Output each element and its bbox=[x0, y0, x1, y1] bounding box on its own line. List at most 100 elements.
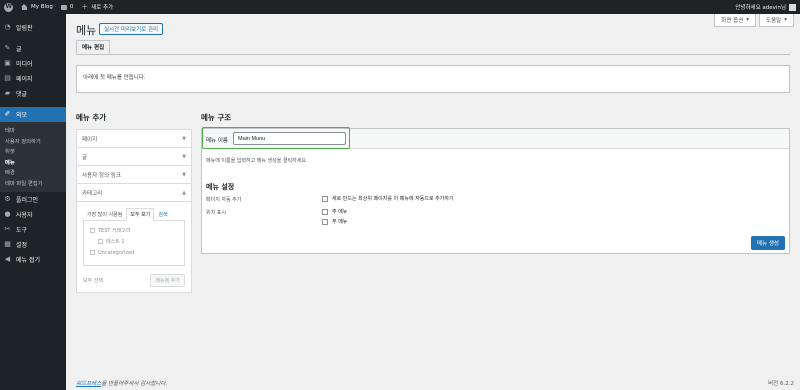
add-menu-items-accordion: 페이지 ▼ 글 ▼ 사용자 정의 링크 ▼ 카테고리 ▲ 가장 많이 사용됨 모두 보기… bbox=[76, 129, 192, 293]
accordion-section-posts[interactable]: 글 ▼ bbox=[77, 148, 191, 166]
location-checkbox[interactable] bbox=[322, 208, 328, 215]
page-icon: ▤ bbox=[4, 74, 11, 82]
wordpress-link[interactable]: 워드프레스 bbox=[76, 381, 101, 387]
greeting: 안녕하세요 adevin님 bbox=[735, 5, 786, 11]
site-name-menu[interactable]: My Blog bbox=[17, 0, 57, 14]
category-checkbox[interactable] bbox=[98, 239, 103, 244]
accordion-section-pages[interactable]: 페이지 ▼ bbox=[77, 130, 191, 148]
sidebar-item-comments[interactable]: ▰ 댓글 bbox=[0, 86, 66, 101]
avatar bbox=[789, 3, 796, 11]
list-item[interactable]: Uncategorized bbox=[90, 247, 178, 258]
admin-bar: My Blog 0 + 새로 추가 안녕하세요 adevin님 bbox=[0, 0, 800, 14]
help-button[interactable]: 도움말 ▾ bbox=[759, 14, 794, 27]
footer-version: 버전 6.2.2 bbox=[768, 381, 794, 387]
auto-add-option[interactable]: 새로 만드는 최상위 페이지를 이 메뉴에 자동으로 추가하기 bbox=[322, 195, 454, 202]
sidebar-item-users[interactable]: ● 사용자 bbox=[0, 207, 66, 222]
notice-box: 아래에 첫 메뉴를 만듭니다. bbox=[76, 65, 790, 93]
accordion-section-custom-links[interactable]: 사용자 정의 링크 ▼ bbox=[77, 166, 191, 184]
sidebar-item-media[interactable]: ▣ 미디어 bbox=[0, 56, 66, 71]
tab-view-all[interactable]: 모두 보기 bbox=[126, 208, 155, 221]
tab-most-used[interactable]: 가장 많이 사용됨 bbox=[83, 208, 126, 221]
dashboard-icon: ◔ bbox=[4, 23, 11, 31]
plus-icon: + bbox=[81, 2, 89, 11]
create-menu-button[interactable]: 메뉴 생성 bbox=[751, 236, 785, 250]
submenu-item-widgets[interactable]: 위젯 bbox=[0, 146, 66, 157]
list-item[interactable]: 테스트 1 bbox=[90, 236, 178, 247]
screen-meta-links: 화면 옵션 ▾ 도움말 ▾ bbox=[714, 14, 794, 27]
comment-icon: ▰ bbox=[4, 89, 11, 97]
location-option-footer[interactable]: 푸 메뉴 bbox=[322, 218, 347, 225]
sidebar-item-dashboard[interactable]: ◔ 알림판 bbox=[0, 20, 66, 35]
caret-down-icon: ▾ bbox=[746, 17, 750, 23]
sidebar-item-pages[interactable]: ▤ 페이지 bbox=[0, 71, 66, 86]
location-checkbox[interactable] bbox=[322, 218, 328, 225]
footer-thanks: 워드프레스를 만들어주셔서 감사합니다. bbox=[76, 381, 168, 387]
live-preview-button[interactable]: 실시간 미리보기로 관리 bbox=[99, 23, 164, 35]
category-checkbox[interactable] bbox=[90, 250, 95, 255]
sidebar-item-tools[interactable]: ✂ 도구 bbox=[0, 222, 66, 237]
select-all-link[interactable]: 모두 선택 bbox=[83, 277, 103, 284]
site-name: My Blog bbox=[31, 4, 53, 10]
category-checkbox[interactable] bbox=[90, 228, 95, 233]
menu-instructions: 메뉴에 이름을 입력하고 메뉴 생성을 클릭하세요. bbox=[206, 158, 308, 164]
add-to-menu-button[interactable]: 메뉴에 추가 bbox=[150, 274, 185, 287]
submenu-item-themes[interactable]: 테마 bbox=[0, 125, 66, 136]
media-icon: ▣ bbox=[4, 59, 11, 67]
submenu-item-customize[interactable]: 사용자 정의하기 bbox=[0, 136, 66, 147]
menu-settings-title: 메뉴 설정 bbox=[206, 183, 235, 191]
auto-add-label: 페이지 자동 추가 bbox=[206, 197, 242, 203]
comments-count: 0 bbox=[69, 4, 74, 10]
menu-name-header: 메뉴 이름 bbox=[202, 127, 789, 149]
display-location-label: 위치 표시 bbox=[206, 210, 226, 216]
screen-options-button[interactable]: 화면 옵션 ▾ bbox=[714, 14, 757, 27]
menu-structure-heading: 메뉴 구조 bbox=[201, 113, 232, 122]
settings-icon: ▦ bbox=[4, 240, 11, 248]
account-menu[interactable]: 안녕하세요 adevin님 bbox=[731, 0, 800, 14]
highlight-box bbox=[202, 127, 350, 149]
accordion-section-categories[interactable]: 카테고리 ▲ bbox=[77, 184, 191, 202]
sidebar-item-appearance[interactable]: ✐ 외모 bbox=[0, 107, 66, 122]
caret-up-icon: ▲ bbox=[182, 189, 186, 196]
notice-text: 아래에 첫 메뉴를 만듭니다. bbox=[83, 75, 146, 81]
caret-down-icon: ▼ bbox=[182, 171, 186, 178]
list-item[interactable]: TEST 카테고리 bbox=[90, 225, 178, 236]
appearance-icon: ✐ bbox=[4, 110, 11, 118]
wordpress-logo-icon bbox=[4, 2, 13, 12]
submenu-item-background[interactable]: 배경 bbox=[0, 167, 66, 178]
categories-panel: 가장 많이 사용됨 모두 보기 검색 TEST 카테고리 테스트 1 Uncat… bbox=[77, 202, 191, 292]
page-title: 메뉴 bbox=[76, 24, 97, 37]
caret-down-icon: ▼ bbox=[182, 135, 186, 142]
location-option-primary[interactable]: 주 메뉴 bbox=[322, 208, 347, 215]
sidebar-item-collapse[interactable]: ◀ 메뉴 접기 bbox=[0, 252, 66, 267]
appearance-submenu: 테마 사용자 정의하기 위젯 메뉴 배경 테마 파일 편집기 bbox=[0, 122, 66, 192]
tools-icon: ✂ bbox=[4, 225, 11, 233]
auto-add-checkbox[interactable] bbox=[322, 195, 328, 202]
plugin-icon: ⚙ bbox=[4, 195, 11, 203]
home-icon bbox=[21, 4, 28, 10]
nav-tab-wrapper: 메뉴 편집 bbox=[76, 40, 790, 55]
category-checklist: TEST 카테고리 테스트 1 Uncategorized bbox=[83, 220, 185, 266]
submenu-item-menus[interactable]: 메뉴 bbox=[0, 157, 66, 168]
submenu-item-theme-editor[interactable]: 테마 파일 편집기 bbox=[0, 178, 66, 189]
caret-down-icon: ▼ bbox=[182, 153, 186, 160]
category-tabs: 가장 많이 사용됨 모두 보기 검색 bbox=[83, 208, 185, 221]
new-content-menu[interactable]: + 새로 추가 bbox=[77, 0, 117, 14]
caret-down-icon: ▾ bbox=[784, 17, 787, 23]
comments-menu[interactable]: 0 bbox=[57, 0, 78, 14]
menu-edit-panel: 메뉴 이름 메뉴에 이름을 입력하고 메뉴 생성을 클릭하세요. 메뉴 설정 페… bbox=[201, 127, 790, 254]
sidebar-item-posts[interactable]: ✎ 글 bbox=[0, 41, 66, 56]
pin-icon: ✎ bbox=[4, 44, 11, 52]
main-content: 화면 옵션 ▾ 도움말 ▾ 메뉴 실시간 미리보기로 관리 메뉴 편집 아래에 첫 … bbox=[66, 14, 800, 390]
tab-edit-menus[interactable]: 메뉴 편집 bbox=[76, 40, 111, 54]
comment-bubble-icon bbox=[60, 4, 67, 10]
tab-search[interactable]: 검색 bbox=[154, 208, 171, 221]
users-icon: ● bbox=[4, 210, 11, 218]
collapse-icon: ◀ bbox=[4, 255, 11, 263]
admin-sidebar: ◔ 알림판 ✎ 글 ▣ 미디어 ▤ 페이지 ▰ 댓글 ✐ 외모 테마 사용자 정의하기 위젯… bbox=[0, 14, 66, 390]
add-menu-items-heading: 메뉴 추가 bbox=[76, 113, 107, 122]
sidebar-item-settings[interactable]: ▦ 설정 bbox=[0, 237, 66, 252]
sidebar-item-plugins[interactable]: ⚙ 플러그인 bbox=[0, 192, 66, 207]
wp-logo-menu[interactable] bbox=[0, 0, 17, 14]
new-label: 새로 추가 bbox=[91, 5, 114, 11]
category-footer: 모두 선택 메뉴에 추가 bbox=[83, 274, 185, 287]
